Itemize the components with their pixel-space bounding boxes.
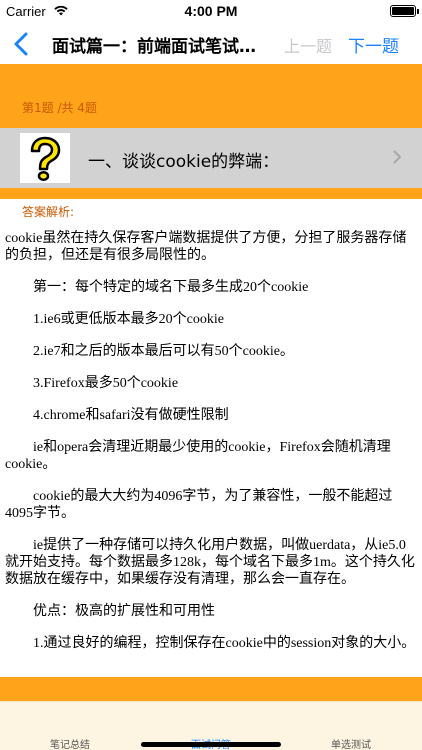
chevron-right-icon: [393, 150, 401, 164]
question-mark-icon: [20, 133, 70, 183]
previous-question-button[interactable]: 上一题: [284, 33, 332, 57]
answer-paragraph: 2.ie7和之后的版本最后可以有50个cookie。: [33, 344, 294, 359]
battery-icon: [390, 5, 419, 17]
answer-paragraph: 1.ie6或更低版本最多20个cookie: [33, 312, 224, 327]
answer-text: cookie虽然在持久保存客户端数据提供了方便，分担了服务器存储的负担，但还是有…: [5, 230, 417, 677]
question-counter: 第1题 /共 4题: [22, 101, 97, 115]
answer-paragraph: cookie虽然在持久保存客户端数据提供了方便，分担了服务器存储的负担，但还是有…: [5, 231, 407, 263]
answer-label: 答案解析:: [22, 205, 75, 219]
tab-single-choice-test[interactable]: 单选测试: [296, 736, 406, 750]
question-row[interactable]: 一、谈谈cookie的弊端：: [0, 128, 422, 188]
page-title: 面试篇一：前端面试笔试题（一）: [52, 37, 272, 57]
tab-notes[interactable]: 笔记总结: [15, 736, 125, 750]
answer-paragraph: 3.Firefox最多50个cookie: [33, 376, 179, 391]
answer-paragraph: 优点：极高的扩展性和可用性: [33, 604, 215, 619]
answer-paragraph: ie提供了一种存储可以持久化用户数据，叫做uerdata，从ie5.0就开始支持…: [5, 538, 415, 587]
status-time: 4:00 PM: [184, 3, 238, 19]
answer-paragraph: ie和opera会清理近期最少使用的cookie，Firefox会随机清理coo…: [5, 440, 391, 472]
answer-paragraph: cookie的最大大约为4096字节，为了兼容性，一般不能超过4095字节。: [5, 489, 393, 521]
status-bar: Carrier 4:00 PM: [0, 0, 422, 24]
navigation-bar: 面试篇一：前端面试笔试题（一） 上一题 下一题: [0, 24, 422, 64]
answer-paragraph: 4.chrome和safari没有做硬性限制: [33, 408, 229, 423]
home-indicator: [141, 742, 281, 747]
next-question-button[interactable]: 下一题: [348, 32, 399, 57]
back-chevron-icon[interactable]: [6, 28, 36, 60]
question-title: 一、谈谈cookie的弊端：: [88, 152, 280, 172]
answer-paragraph: 1.通过良好的编程，控制保存在cookie中的session对象的大小。: [33, 636, 416, 651]
answer-footer-bar: [0, 677, 422, 701]
answer-paragraph: 第一：每个特定的域名下最多生成20个cookie: [33, 280, 309, 295]
